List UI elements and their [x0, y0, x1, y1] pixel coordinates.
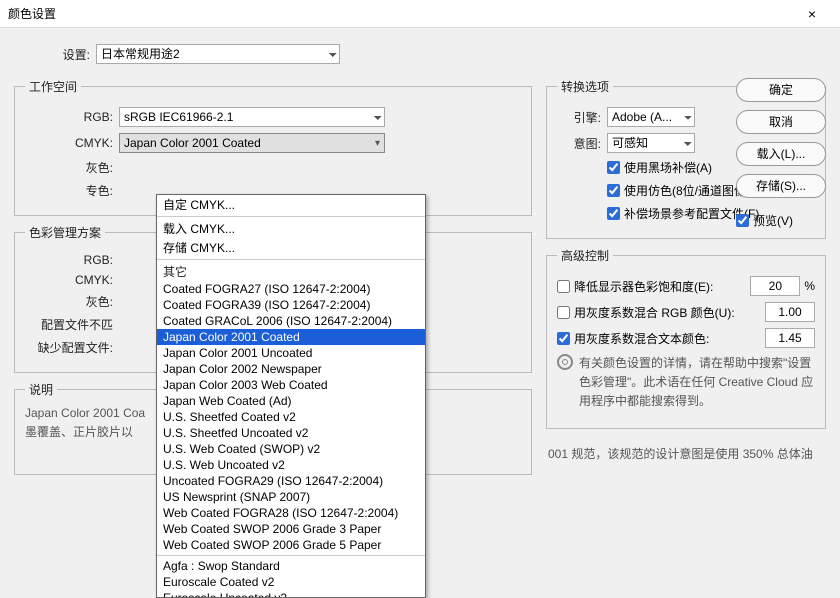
cmyk-dropdown: 自定 CMYK...载入 CMYK...存储 CMYK...其它Coated F… [156, 194, 426, 598]
dropdown-item[interactable]: Uncoated FOGRA29 (ISO 12647-2:2004) [157, 473, 425, 489]
dropdown-item[interactable]: Web Coated SWOP 2006 Grade 3 Paper [157, 521, 425, 537]
dropdown-item[interactable]: Coated FOGRA27 (ISO 12647-2:2004) [157, 281, 425, 297]
bpc-label: 使用黑场补偿(A) [624, 159, 712, 176]
dropdown-item[interactable]: Japan Web Coated (Ad) [157, 393, 425, 409]
titlebar: 颜色设置 × [0, 0, 840, 28]
blendrgb-checkbox[interactable] [557, 306, 570, 319]
bpc-checkbox[interactable] [607, 161, 620, 174]
dropdown-item[interactable]: Euroscale Uncoated v2 [157, 590, 425, 598]
save-button[interactable]: 存储(S)... [736, 174, 826, 198]
preview-checkbox[interactable] [736, 214, 749, 227]
conversion-legend: 转换选项 [557, 78, 613, 95]
dropdown-item[interactable]: 自定 CMYK... [157, 195, 425, 214]
blendrgb-input[interactable] [765, 302, 815, 322]
load-button[interactable]: 载入(L)... [736, 142, 826, 166]
spot-label: 专色: [25, 182, 119, 199]
blendrgb-label: 用灰度系数混合 RGB 颜色(U): [574, 304, 765, 321]
rgb-label: RGB: [25, 110, 119, 124]
dropdown-item[interactable]: US Newsprint (SNAP 2007) [157, 489, 425, 505]
dither-checkbox[interactable] [607, 184, 620, 197]
blendtext-checkbox[interactable] [557, 332, 570, 345]
dropdown-item[interactable]: Agfa : Swop Standard [157, 558, 425, 574]
p-missing-label: 缺少配置文件: [25, 339, 119, 356]
preview-label: 预览(V) [753, 212, 793, 229]
separator [157, 259, 425, 260]
intent-label: 意图: [557, 135, 607, 152]
advanced-group: 高级控制 降低显示器色彩饱和度(E):% 用灰度系数混合 RGB 颜色(U): … [546, 247, 826, 429]
gear-icon [557, 354, 573, 370]
dropdown-item[interactable]: Coated GRACoL 2006 (ISO 12647-2:2004) [157, 313, 425, 329]
ok-button[interactable]: 确定 [736, 78, 826, 102]
advanced-legend: 高级控制 [557, 247, 613, 264]
gray-label: 灰色: [25, 159, 119, 176]
p-cmyk-label: CMYK: [25, 273, 119, 287]
p-rgb-label: RGB: [25, 253, 119, 267]
engine-label: 引擎: [557, 109, 607, 126]
desat-label: 降低显示器色彩饱和度(E): [574, 278, 750, 295]
desat-checkbox[interactable] [557, 280, 570, 293]
dropdown-item[interactable]: U.S. Sheetfed Coated v2 [157, 409, 425, 425]
advanced-tip: 有关颜色设置的详情，请在帮助中搜索"设置色彩管理"。此术语在任何 Creativ… [579, 354, 815, 412]
dropdown-item[interactable]: Euroscale Coated v2 [157, 574, 425, 590]
description-text2: 001 规范，该规范的设计意图是使用 350% 总体油 [546, 437, 826, 472]
cancel-button[interactable]: 取消 [736, 110, 826, 134]
cmyk-label: CMYK: [25, 136, 119, 150]
p-gray-label: 灰色: [25, 293, 119, 310]
dropdown-item[interactable]: U.S. Web Coated (SWOP) v2 [157, 441, 425, 457]
blendtext-label: 用灰度系数混合文本颜色: [574, 330, 765, 347]
dropdown-item[interactable]: Coated FOGRA39 (ISO 12647-2:2004) [157, 297, 425, 313]
window-title: 颜色设置 [8, 5, 792, 22]
dropdown-group-head: 其它 [157, 262, 425, 281]
blendtext-input[interactable] [765, 328, 815, 348]
policies-legend: 色彩管理方案 [25, 224, 105, 241]
separator [157, 216, 425, 217]
scene-checkbox[interactable] [607, 207, 620, 220]
dropdown-item[interactable]: Japan Color 2003 Web Coated [157, 377, 425, 393]
close-icon[interactable]: × [792, 6, 832, 22]
settings-select[interactable]: 日本常规用途2 [96, 44, 340, 64]
separator [157, 555, 425, 556]
p-mismatch-label: 配置文件不匹 [25, 316, 119, 333]
dropdown-item[interactable]: Japan Color 2001 Uncoated [157, 345, 425, 361]
dropdown-item[interactable]: U.S. Sheetfed Uncoated v2 [157, 425, 425, 441]
dropdown-item[interactable]: Web Coated FOGRA28 (ISO 12647-2:2004) [157, 505, 425, 521]
chevron-down-icon: ▾ [375, 138, 380, 149]
rgb-select[interactable]: sRGB IEC61966-2.1 [119, 107, 385, 127]
dropdown-item[interactable]: Japan Color 2002 Newspaper [157, 361, 425, 377]
dropdown-item[interactable]: 存储 CMYK... [157, 238, 425, 257]
desat-unit: % [804, 279, 815, 293]
engine-select[interactable]: Adobe (A... [607, 107, 695, 127]
description-legend: 说明 [25, 381, 57, 398]
settings-label: 设置: [14, 46, 96, 63]
intent-select[interactable]: 可感知 [607, 133, 695, 153]
desat-input[interactable] [750, 276, 800, 296]
dropdown-item[interactable]: Japan Color 2001 Coated [157, 329, 425, 345]
dropdown-item[interactable]: Web Coated SWOP 2006 Grade 5 Paper [157, 537, 425, 553]
dropdown-item[interactable]: 载入 CMYK... [157, 219, 425, 238]
workspace-legend: 工作空间 [25, 78, 81, 95]
dropdown-item[interactable]: U.S. Web Uncoated v2 [157, 457, 425, 473]
cmyk-select[interactable]: Japan Color 2001 Coated▾ [119, 133, 385, 153]
